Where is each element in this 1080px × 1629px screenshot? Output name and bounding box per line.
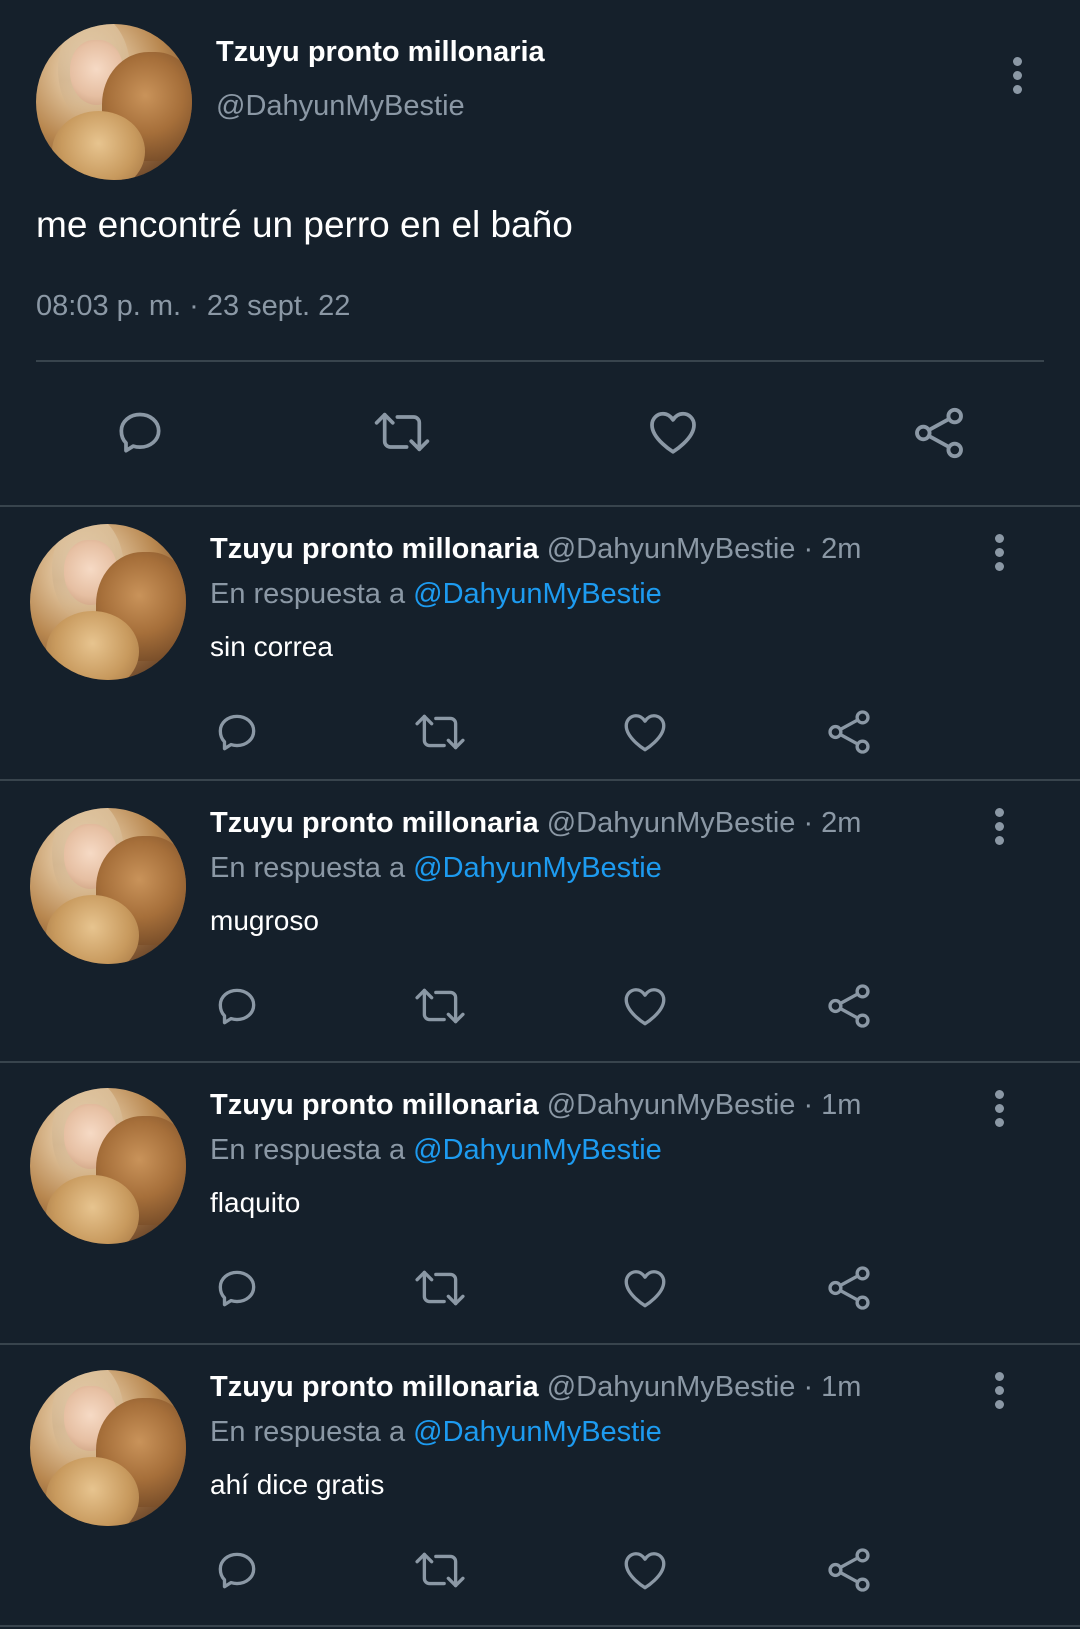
reply-tweet[interactable]: Tzuyu pronto millonaria @DahyunMyBestie … bbox=[0, 1345, 1080, 1625]
in-reply-handle-link[interactable]: @DahyunMyBestie bbox=[413, 578, 662, 610]
main-tweet: Tzuyu pronto millonaria @DahyunMyBestie … bbox=[0, 0, 1080, 505]
retweet-icon[interactable] bbox=[372, 404, 432, 460]
reply-meta: Tzuyu pronto millonaria @DahyunMyBestie … bbox=[210, 1371, 861, 1404]
more-vertical-icon[interactable] bbox=[994, 1090, 1004, 1127]
more-vertical-icon[interactable] bbox=[994, 534, 1004, 571]
share-icon[interactable] bbox=[824, 981, 874, 1031]
reply-icon[interactable] bbox=[212, 707, 262, 757]
retweet-icon[interactable] bbox=[412, 981, 468, 1031]
in-reply-handle-link[interactable]: @DahyunMyBestie bbox=[413, 1416, 662, 1448]
share-icon[interactable] bbox=[824, 1263, 874, 1313]
like-icon[interactable] bbox=[619, 707, 671, 757]
in-reply-to: En respuesta a @DahyunMyBestie bbox=[210, 852, 662, 885]
user-handle[interactable]: @DahyunMyBestie bbox=[547, 533, 796, 565]
reply-tweet[interactable]: Tzuyu pronto millonaria @DahyunMyBestie … bbox=[0, 781, 1080, 1061]
user-handle[interactable]: @DahyunMyBestie bbox=[547, 807, 796, 839]
like-icon[interactable] bbox=[619, 1545, 671, 1595]
divider bbox=[0, 1625, 1080, 1627]
like-icon[interactable] bbox=[619, 981, 671, 1031]
display-name[interactable]: Tzuyu pronto millonaria bbox=[210, 1089, 539, 1121]
reply-time: · 2m bbox=[803, 533, 862, 565]
reply-text: flaquito bbox=[210, 1187, 301, 1218]
reply-icon[interactable] bbox=[112, 404, 168, 460]
tweet-text: me encontré un perro en el baño bbox=[36, 204, 573, 245]
avatar[interactable] bbox=[30, 1370, 186, 1526]
display-name[interactable]: Tzuyu pronto millonaria bbox=[210, 807, 539, 839]
reply-meta: Tzuyu pronto millonaria @DahyunMyBestie … bbox=[210, 1089, 861, 1122]
in-reply-to: En respuesta a @DahyunMyBestie bbox=[210, 1416, 662, 1449]
in-reply-prefix: En respuesta a bbox=[210, 578, 406, 610]
reply-tweet[interactable]: Tzuyu pronto millonaria @DahyunMyBestie … bbox=[0, 1063, 1080, 1343]
more-vertical-icon[interactable] bbox=[1012, 57, 1022, 94]
reply-icon[interactable] bbox=[212, 1545, 262, 1595]
share-icon[interactable] bbox=[910, 404, 968, 462]
user-handle[interactable]: @DahyunMyBestie bbox=[216, 90, 465, 123]
reply-time: · 1m bbox=[803, 1371, 862, 1403]
share-icon[interactable] bbox=[824, 1545, 874, 1595]
reply-text: sin correa bbox=[210, 631, 333, 662]
reply-time: · 1m bbox=[803, 1089, 862, 1121]
tweet-timestamp: 08:03 p. m. · 23 sept. 22 bbox=[36, 290, 351, 322]
retweet-icon[interactable] bbox=[412, 707, 468, 757]
reply-meta: Tzuyu pronto millonaria @DahyunMyBestie … bbox=[210, 533, 861, 566]
like-icon[interactable] bbox=[644, 404, 702, 460]
in-reply-handle-link[interactable]: @DahyunMyBestie bbox=[413, 1134, 662, 1166]
share-icon[interactable] bbox=[824, 707, 874, 757]
retweet-icon[interactable] bbox=[412, 1545, 468, 1595]
reply-time: · 2m bbox=[803, 807, 862, 839]
retweet-icon[interactable] bbox=[412, 1263, 468, 1313]
reply-text: ahí dice gratis bbox=[210, 1469, 385, 1500]
in-reply-handle-link[interactable]: @DahyunMyBestie bbox=[413, 852, 662, 884]
in-reply-prefix: En respuesta a bbox=[210, 1134, 406, 1166]
more-vertical-icon[interactable] bbox=[994, 1372, 1004, 1409]
in-reply-prefix: En respuesta a bbox=[210, 852, 406, 884]
avatar[interactable] bbox=[36, 24, 192, 180]
user-handle[interactable]: @DahyunMyBestie bbox=[547, 1371, 796, 1403]
like-icon[interactable] bbox=[619, 1263, 671, 1313]
reply-text: mugroso bbox=[210, 905, 319, 936]
reply-icon[interactable] bbox=[212, 981, 262, 1031]
display-name[interactable]: Tzuyu pronto millonaria bbox=[210, 533, 539, 565]
reply-icon[interactable] bbox=[212, 1263, 262, 1313]
reply-tweet[interactable]: Tzuyu pronto millonaria @DahyunMyBestie … bbox=[0, 507, 1080, 787]
display-name[interactable]: Tzuyu pronto millonaria bbox=[210, 1371, 539, 1403]
display-name[interactable]: Tzuyu pronto millonaria bbox=[216, 36, 545, 69]
reply-meta: Tzuyu pronto millonaria @DahyunMyBestie … bbox=[210, 807, 861, 840]
more-vertical-icon[interactable] bbox=[994, 808, 1004, 845]
avatar[interactable] bbox=[30, 808, 186, 964]
in-reply-prefix: En respuesta a bbox=[210, 1416, 406, 1448]
user-handle[interactable]: @DahyunMyBestie bbox=[547, 1089, 796, 1121]
in-reply-to: En respuesta a @DahyunMyBestie bbox=[210, 1134, 662, 1167]
in-reply-to: En respuesta a @DahyunMyBestie bbox=[210, 578, 662, 611]
avatar[interactable] bbox=[30, 1088, 186, 1244]
avatar[interactable] bbox=[30, 524, 186, 680]
divider bbox=[36, 360, 1044, 362]
